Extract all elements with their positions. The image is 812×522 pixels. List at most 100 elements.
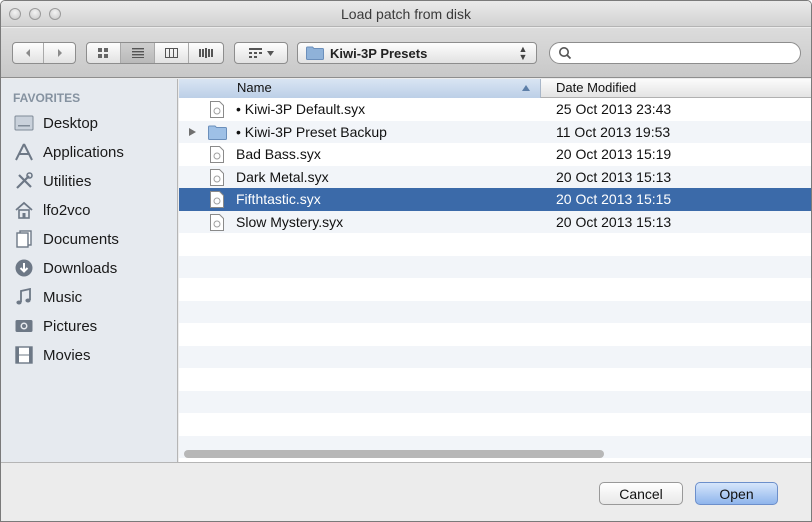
sidebar-item-home[interactable]: lfo2vco <box>13 196 91 224</box>
navigation-buttons <box>12 42 76 64</box>
empty-row <box>179 368 811 391</box>
empty-row <box>179 300 811 323</box>
file-date: 20 Oct 2013 15:13 <box>556 213 672 230</box>
up-down-arrows-icon: ▲ ▼ <box>518 44 528 62</box>
sidebar-item-downloads[interactable]: Downloads <box>13 254 117 282</box>
empty-row <box>179 278 811 301</box>
open-button[interactable]: Open <box>695 482 778 505</box>
syx-file-icon <box>210 191 224 208</box>
sidebar-item-label: Downloads <box>43 259 118 277</box>
home-icon <box>13 200 35 220</box>
file-name: Fifthtastic.syx <box>236 191 321 207</box>
empty-row <box>179 413 811 436</box>
file-date: 20 Oct 2013 15:15 <box>556 191 672 207</box>
empty-row <box>179 390 811 413</box>
file-date: 25 Oct 2013 23:43 <box>556 101 672 117</box>
utilities-icon <box>13 171 35 191</box>
search-field[interactable] <box>549 42 801 64</box>
cancel-button[interactable]: Cancel <box>599 482 683 505</box>
sidebar-item-label: Applications <box>43 143 124 161</box>
sidebar-item-documents[interactable]: Documents <box>13 225 119 253</box>
location-popup[interactable]: Kiwi-3P Presets ▲ ▼ <box>297 42 537 64</box>
syx-file-icon <box>210 168 224 186</box>
icon-view-button[interactable] <box>87 43 121 63</box>
arrange-grid-icon <box>248 48 262 58</box>
sidebar-item-utilities[interactable]: Utilities <box>13 167 91 195</box>
sidebar-section-favorites: FAVORITES <box>13 91 81 105</box>
file-date: 11 Oct 2013 19:53 <box>556 123 671 140</box>
arrange-menu-button[interactable] <box>234 42 288 64</box>
sidebar-item-movies[interactable]: Movies <box>13 341 91 369</box>
chevron-left-icon <box>26 49 30 57</box>
sidebar-item-desktop[interactable]: Desktop <box>13 109 98 137</box>
triangle-down-icon <box>266 50 274 56</box>
sidebar-item-label: Music <box>43 288 83 306</box>
folder-icon <box>208 125 227 140</box>
file-list: Name Date Modified • Kiwi-3P Default.syx… <box>179 79 811 462</box>
table-row[interactable]: Bad Bass.syx 20 Oct 2013 15:19 <box>179 143 811 166</box>
view-mode-buttons <box>86 42 224 64</box>
dialog-footer: Cancel Open <box>1 462 811 521</box>
title-bar[interactable]: Load patch from disk <box>1 1 811 27</box>
list-view-button[interactable] <box>121 43 155 63</box>
documents-icon <box>13 229 35 249</box>
music-icon <box>13 287 35 307</box>
sidebar-item-label: lfo2vco <box>43 201 91 219</box>
movies-icon <box>13 345 35 365</box>
sidebar-item-pictures[interactable]: Pictures <box>13 312 97 340</box>
file-date: 20 Oct 2013 15:13 <box>556 168 672 185</box>
list-rows: • Kiwi-3P Default.syx 25 Oct 2013 23:43 … <box>179 98 811 458</box>
arrange-button-content <box>235 43 287 63</box>
toolbar: Kiwi-3P Presets ▲ ▼ <box>1 28 811 78</box>
sidebar-item-label: Utilities <box>43 172 92 190</box>
table-row[interactable]: Dark Metal.syx 20 Oct 2013 15:13 <box>179 165 811 188</box>
table-row[interactable]: • Kiwi-3P Preset Backup 11 Oct 2013 19:5… <box>179 120 811 143</box>
pictures-icon <box>13 316 35 336</box>
column-header-name[interactable]: Name <box>179 79 541 98</box>
sort-ascending-icon <box>522 85 530 91</box>
file-date: 20 Oct 2013 15:19 <box>556 146 672 162</box>
disclosure-triangle-icon[interactable] <box>189 127 196 136</box>
file-name: • Kiwi-3P Preset Backup <box>236 123 387 140</box>
open-dialog-window: Load patch from disk Kiwi-3P Presets ▲ ▼… <box>0 0 812 522</box>
horizontal-scrollbar[interactable] <box>184 450 604 458</box>
sidebar: FAVORITES Desktop Applications Utilities… <box>1 79 178 462</box>
chevron-right-icon <box>57 49 62 57</box>
sidebar-item-label: Desktop <box>43 114 99 132</box>
sidebar-item-label: Documents <box>43 230 119 248</box>
sidebar-item-label: Pictures <box>43 317 98 335</box>
syx-file-icon <box>210 213 224 231</box>
columns-icon <box>165 48 178 58</box>
column-view-button[interactable] <box>155 43 189 63</box>
back-button[interactable] <box>13 43 45 63</box>
downloads-icon <box>13 258 35 278</box>
forward-button[interactable] <box>44 43 75 63</box>
coverflow-icon <box>198 48 213 58</box>
grid-icon <box>98 47 108 58</box>
list-icon <box>131 48 144 58</box>
empty-row <box>179 345 811 368</box>
sidebar-item-applications[interactable]: Applications <box>13 138 124 166</box>
file-name: Slow Mystery.syx <box>236 213 344 230</box>
location-label: Kiwi-3P Presets <box>330 45 428 61</box>
list-header: Name Date Modified <box>179 79 811 98</box>
empty-row <box>179 323 811 346</box>
search-icon <box>559 47 572 60</box>
syx-file-icon <box>210 146 224 163</box>
table-row-selected[interactable]: Fifthtastic.syx 20 Oct 2013 15:15 <box>179 188 811 211</box>
empty-row <box>179 255 811 278</box>
syx-file-icon <box>210 101 224 118</box>
table-row[interactable]: Slow Mystery.syx 20 Oct 2013 15:13 <box>179 210 811 233</box>
sidebar-item-label: Movies <box>43 346 91 364</box>
empty-row <box>179 233 811 256</box>
table-row[interactable]: • Kiwi-3P Default.syx 25 Oct 2013 23:43 <box>179 98 811 121</box>
file-name: Bad Bass.syx <box>236 146 321 162</box>
column-header-name-label: Name <box>237 80 272 95</box>
coverflow-view-button[interactable] <box>189 43 223 63</box>
applications-icon <box>13 142 35 162</box>
column-header-date[interactable]: Date Modified <box>556 79 636 97</box>
desktop-icon <box>13 113 35 133</box>
sidebar-item-music[interactable]: Music <box>13 283 82 311</box>
file-name: • Kiwi-3P Default.syx <box>236 101 366 117</box>
window-title: Load patch from disk <box>341 6 471 22</box>
